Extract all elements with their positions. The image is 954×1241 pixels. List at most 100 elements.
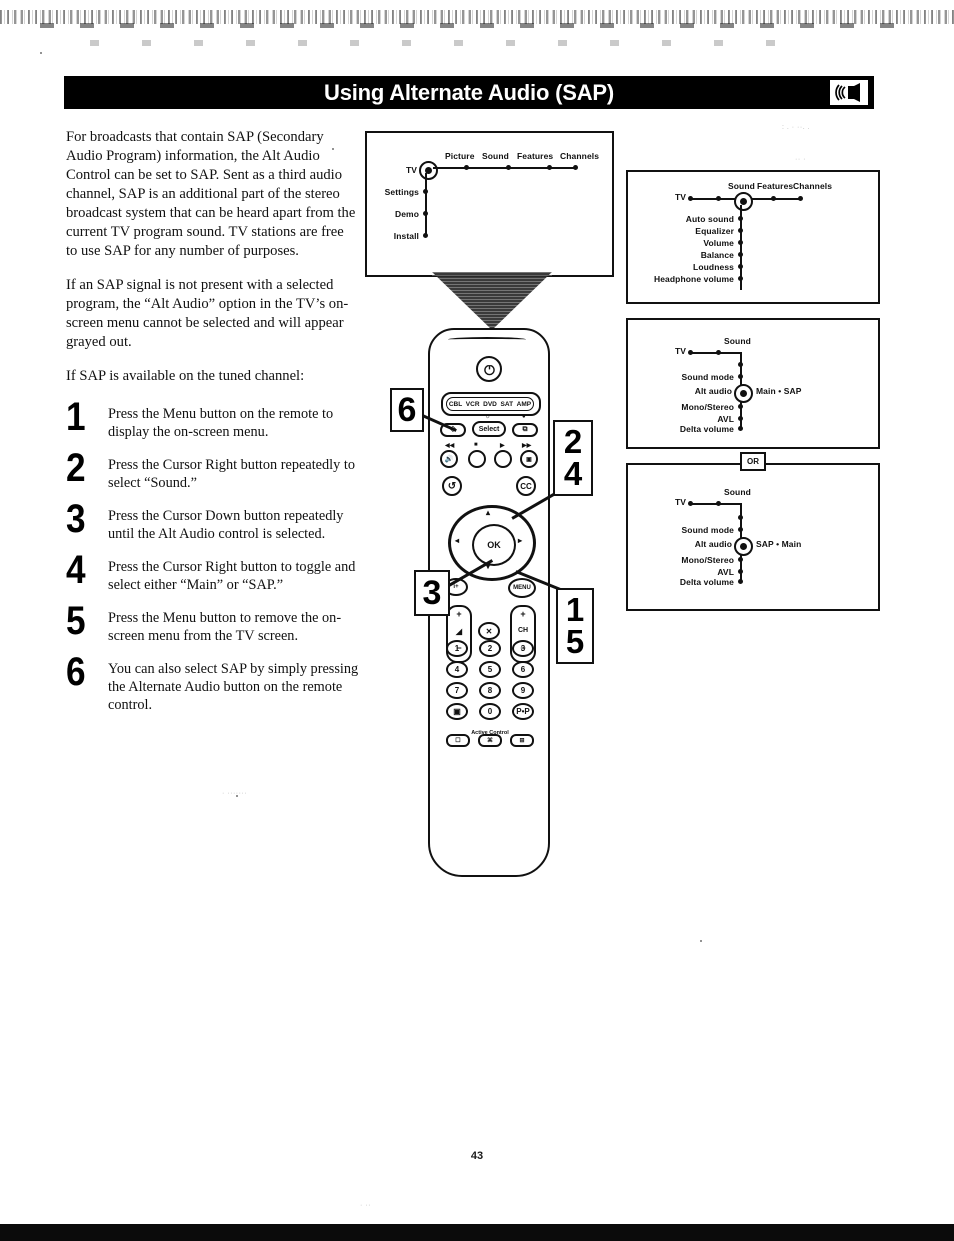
cc-icon[interactable]: CC: [516, 476, 536, 496]
key-0[interactable]: 0: [479, 703, 501, 720]
page-header-banner: Using Alternate Audio (SAP): [64, 76, 874, 109]
pip-icon[interactable]: ▣: [520, 450, 538, 468]
tv-menu-root-label: TV: [405, 165, 417, 175]
step-text: Press the Cursor Right button to toggle …: [108, 559, 356, 593]
ir-beam-cone: [432, 272, 552, 330]
device-mode-inner: CBL VCR DVD SAT AMP: [446, 397, 534, 411]
step-item: 2 Press the Cursor Right button repeated…: [66, 448, 361, 498]
transport-play-button[interactable]: [494, 450, 512, 468]
panel2-item-sound-mode: Sound mode: [681, 372, 734, 382]
volume-plus[interactable]: +: [448, 609, 470, 619]
tree-node-dot: [423, 233, 428, 238]
step-number: 3: [66, 497, 86, 541]
step-item: 1 Press the Menu button on the remote to…: [66, 397, 361, 447]
tree-node-dot: [423, 189, 428, 194]
device-mode-cbl[interactable]: CBL: [449, 401, 462, 408]
step-item: 3 Press the Cursor Down button repeatedl…: [66, 499, 361, 549]
key-3[interactable]: 3: [512, 640, 534, 657]
key-7[interactable]: 7: [446, 682, 468, 699]
panel3-item-sound-mode: Sound mode: [681, 525, 734, 535]
page-title: Using Alternate Audio (SAP): [324, 79, 614, 105]
tree-node-dot: [738, 416, 743, 421]
tv-menu-item-install: Install: [393, 231, 419, 241]
callout-2-4: 2 4: [553, 420, 593, 496]
key-2[interactable]: 2: [479, 640, 501, 657]
key-9[interactable]: 9: [512, 682, 534, 699]
panel1-item-balance: Balance: [700, 250, 734, 260]
cursor-right-icon[interactable]: ▸: [518, 536, 522, 545]
channel-plus[interactable]: +: [512, 609, 534, 619]
callout-1-label: 1: [565, 591, 585, 629]
step-number: 6: [66, 650, 86, 694]
cursor-marker: [734, 537, 753, 556]
stop-icon-label: ■: [474, 442, 478, 448]
key-prev-program[interactable]: P•P: [512, 703, 534, 720]
tree-node-dot: [464, 165, 469, 170]
screen-format-icon[interactable]: ⧉: [512, 423, 538, 437]
device-mode-bar[interactable]: CBL VCR DVD SAT AMP: [441, 392, 541, 416]
tv-menu-item-settings: Settings: [384, 187, 419, 197]
cursor-marker: [734, 192, 753, 211]
mute-icon[interactable]: ✕: [478, 622, 500, 640]
play-icon-label: ▶: [500, 443, 505, 449]
rewind-icon-label: ◀◀: [445, 443, 455, 449]
panel2-root-label: TV: [674, 346, 686, 356]
callout-1-5: 1 5: [556, 588, 594, 664]
cursor-ring[interactable]: OK: [448, 505, 536, 581]
step-number: 5: [66, 599, 86, 643]
ok-button[interactable]: OK: [472, 524, 516, 566]
tv-menu-item-demo: Demo: [394, 209, 419, 219]
key-1[interactable]: 1: [446, 640, 468, 657]
panel3-alt-audio-value: SAP • Main: [756, 539, 802, 549]
tree-node-dot: [738, 557, 743, 562]
cc-label: CC: [520, 481, 532, 491]
select-icon[interactable]: Select: [472, 421, 506, 437]
forward-icon-label: ▶▶: [522, 443, 532, 449]
tree-node-dot: [716, 196, 721, 201]
surround-icon[interactable]: ↺: [442, 476, 462, 496]
step-item: 6 You can also select SAP by simply pres…: [66, 652, 361, 714]
scan-artifact-faint-right: : . · ··. .: [782, 124, 811, 131]
scan-artifact-bottom-bar: [0, 1224, 954, 1241]
intro-text-column: For broadcasts that contain SAP (Seconda…: [66, 128, 356, 400]
key-6[interactable]: 6: [512, 661, 534, 678]
key-4[interactable]: 4: [446, 661, 468, 678]
key-screen[interactable]: ▣: [446, 703, 468, 720]
scan-artifact-top-tertiary: [90, 40, 790, 46]
device-mode-dvd[interactable]: DVD: [483, 401, 497, 408]
panel1-item-loudness: Loudness: [693, 262, 734, 272]
keypad-row: 4 5 6: [446, 661, 534, 678]
cursor-up-icon[interactable]: ▴: [486, 508, 490, 517]
transport-stop-button[interactable]: [468, 450, 486, 468]
panel1-item-channels: Channels: [793, 181, 833, 191]
step-number: 4: [66, 548, 86, 592]
panel3-root-label: TV: [674, 497, 686, 507]
tree-node-dot: [716, 350, 721, 355]
tree-node-dot: [738, 252, 743, 257]
step-text: Press the Menu button to remove the on-s…: [108, 610, 342, 644]
intro-paragraph-3: If SAP is available on the tuned channel…: [66, 367, 305, 384]
keypad-row: 1 2 3: [446, 640, 534, 657]
cursor-left-icon[interactable]: ◂: [455, 536, 459, 545]
menu-button[interactable]: MENU: [508, 578, 536, 598]
scan-artifact-faint-right2: ·· ·: [795, 156, 806, 163]
panel3-item-alt-audio: Alt audio: [694, 539, 732, 549]
channel-label: CH: [517, 627, 529, 634]
step-item: 4 Press the Cursor Right button to toggl…: [66, 550, 361, 600]
device-mode-amp[interactable]: AMP: [517, 401, 531, 408]
tv-menu-item-features: Features: [517, 151, 554, 161]
cursor-marker: [734, 384, 753, 403]
power-icon[interactable]: [476, 356, 502, 382]
key-8[interactable]: 8: [479, 682, 501, 699]
numeric-keypad: 1 2 3 4 5 6 7 8 9 ▣ 0 P•P Active Control…: [446, 640, 534, 751]
device-mode-sat[interactable]: SAT: [501, 401, 514, 408]
alt-audio-icon[interactable]: 🔊: [440, 450, 458, 468]
tree-node-dot: [716, 501, 721, 506]
tv-menu-item-channels: Channels: [560, 151, 600, 161]
panel2-column-header: Sound: [724, 336, 751, 346]
tree-node-dot: [547, 165, 552, 170]
panel1-item-features: Features: [757, 181, 794, 191]
tree-node-dot: [738, 240, 743, 245]
device-mode-vcr[interactable]: VCR: [466, 401, 480, 408]
key-5[interactable]: 5: [479, 661, 501, 678]
